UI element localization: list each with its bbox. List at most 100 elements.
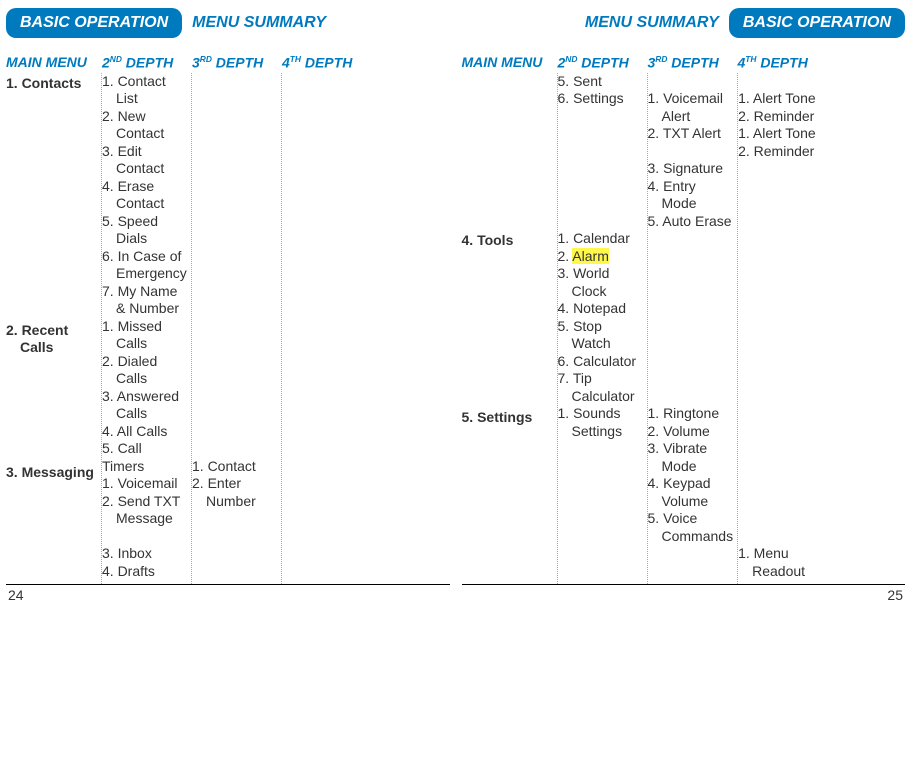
right-page: MENU SUMMARY BASIC OPERATION MAIN MENU 2…	[456, 0, 911, 607]
main-menu-entry: 5. Settings	[462, 409, 553, 427]
menu-item: 1. Ringtone	[648, 405, 734, 423]
spacer	[462, 390, 553, 408]
menu-item: 1. Alert Tone	[738, 125, 824, 143]
col-2nd-depth: 2ND DEPTH	[102, 54, 192, 71]
spacer	[282, 528, 368, 546]
spacer	[6, 481, 97, 499]
spacer	[738, 213, 824, 231]
spacer	[648, 388, 734, 406]
spacer	[558, 195, 643, 213]
spacer	[192, 265, 277, 283]
spacer	[192, 143, 277, 161]
col-main-menu: MAIN MENU	[6, 54, 102, 71]
spacer	[192, 353, 277, 371]
spacer	[192, 160, 277, 178]
spacer	[462, 427, 553, 445]
spacer	[462, 125, 553, 143]
spacer	[6, 499, 97, 517]
menu-item: 3. Inbox	[102, 545, 187, 563]
spacer	[6, 551, 97, 569]
spacer	[738, 370, 824, 388]
spacer	[6, 267, 97, 285]
left-page: BASIC OPERATION MENU SUMMARY MAIN MENU 2…	[0, 0, 456, 607]
menu-item: 5. Auto Erase	[648, 213, 734, 231]
third-depth-column: 1. Contact2. EnterNumber	[192, 73, 282, 585]
spacer	[6, 357, 97, 375]
menu-item: 2. NewContact	[102, 108, 187, 143]
spacer	[738, 388, 824, 406]
spacer	[6, 409, 97, 427]
spacer	[6, 392, 97, 410]
spacer	[462, 160, 553, 178]
spacer	[282, 143, 368, 161]
left-page-number: 24	[6, 585, 450, 603]
menu-item: 2. DialedCalls	[102, 353, 187, 388]
menu-item: 4. EntryMode	[648, 178, 734, 213]
spacer	[282, 300, 368, 318]
menu-item: 1. Alert Tone	[738, 90, 824, 108]
menu-item: 4. EraseContact	[102, 178, 187, 213]
spacer	[558, 440, 643, 458]
right-header-row: MENU SUMMARY BASIC OPERATION	[462, 8, 906, 38]
spacer	[462, 462, 553, 480]
second-depth-column: 5. Sent6. Settings 1. Calendar2. Alarm3.…	[558, 73, 648, 585]
main-menu-entry: 3. Messaging	[6, 464, 97, 482]
spacer	[738, 423, 824, 441]
spacer	[738, 335, 824, 353]
main-menu-entry: 1. Contacts	[6, 75, 97, 93]
spacer	[6, 232, 97, 250]
menu-item: 7. TipCalculator	[558, 370, 643, 405]
spacer	[558, 108, 643, 126]
spacer	[282, 178, 368, 196]
spacer	[462, 355, 553, 373]
spacer	[648, 230, 734, 248]
menu-item: 6. Settings	[558, 90, 643, 108]
spacer	[192, 248, 277, 266]
spacer	[738, 73, 824, 91]
spacer	[558, 125, 643, 143]
spacer	[282, 318, 368, 336]
menu-item: 6. Calculator	[558, 353, 643, 371]
spacer	[462, 532, 553, 550]
spacer	[282, 388, 368, 406]
menu-item: 4. Notepad	[558, 300, 643, 318]
menu-item: 2. TXT Alert	[648, 125, 734, 143]
spacer	[192, 510, 277, 528]
spacer	[282, 545, 368, 563]
spacer	[282, 405, 368, 423]
spacer	[738, 528, 824, 546]
spacer	[6, 180, 97, 198]
spacer	[462, 567, 553, 585]
menu-item: 1. Calendar	[558, 230, 643, 248]
spacer	[282, 248, 368, 266]
col-3rd-depth: 3RD DEPTH	[192, 54, 282, 71]
spacer	[738, 510, 824, 528]
right-column-headers: MAIN MENU 2ND DEPTH 3RD DEPTH 4TH DEPTH	[462, 54, 906, 71]
spacer	[558, 475, 643, 493]
spacer	[462, 250, 553, 268]
fourth-depth-column	[282, 73, 372, 585]
main-menu-entry: 2. RecentCalls	[6, 322, 97, 357]
spacer	[6, 427, 97, 445]
spacer	[648, 318, 734, 336]
spacer	[6, 374, 97, 392]
spacer	[6, 162, 97, 180]
spacer	[192, 423, 277, 441]
spacer	[738, 458, 824, 476]
spacer	[282, 213, 368, 231]
spacer	[282, 195, 368, 213]
spacer	[282, 353, 368, 371]
spacer	[6, 250, 97, 268]
menu-item: 2. Reminder	[738, 143, 824, 161]
menu-item: 3. WorldClock	[558, 265, 643, 300]
spacer	[738, 405, 824, 423]
left-header-row: BASIC OPERATION MENU SUMMARY	[6, 8, 450, 38]
spacer	[192, 108, 277, 126]
menu-item: 1. MissedCalls	[102, 318, 187, 353]
menu-item: 5. Sent	[558, 73, 643, 91]
main-menu-column: 4. Tools 5. Settings	[462, 73, 558, 585]
col-main-menu: MAIN MENU	[462, 54, 558, 71]
spacer	[282, 423, 368, 441]
third-depth-column: 1. VoicemailAlert2. TXT Alert 3. Signatu…	[648, 73, 739, 585]
menu-item: 5. StopWatch	[558, 318, 643, 353]
